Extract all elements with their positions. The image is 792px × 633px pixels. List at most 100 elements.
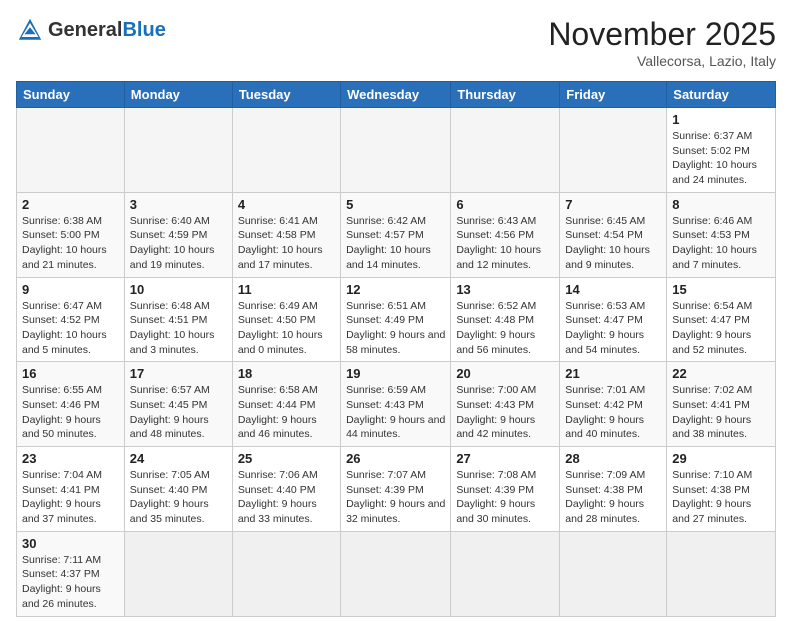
table-row: 23Sunrise: 7:04 AM Sunset: 4:41 PM Dayli… bbox=[17, 447, 125, 532]
day-info: Sunrise: 6:49 AM Sunset: 4:50 PM Dayligh… bbox=[238, 299, 335, 358]
calendar-header-row: Sunday Monday Tuesday Wednesday Thursday… bbox=[17, 82, 776, 108]
day-number: 20 bbox=[456, 366, 554, 381]
day-number: 15 bbox=[672, 282, 770, 297]
day-info: Sunrise: 6:51 AM Sunset: 4:49 PM Dayligh… bbox=[346, 299, 445, 358]
day-info: Sunrise: 7:05 AM Sunset: 4:40 PM Dayligh… bbox=[130, 468, 227, 527]
table-row: 2 Sunrise: 6:38 AM Sunset: 5:00 PM Daylig… bbox=[17, 192, 125, 277]
table-row: 28 Sunrise: 7:09 AM Sunset: 4:38 PM Dayli… bbox=[560, 447, 667, 532]
table-row: 6 Sunrise: 6:43 AM Sunset: 4:56 PM Daylig… bbox=[451, 192, 560, 277]
title-block: November 2025 Vallecorsa, Lazio, Italy bbox=[548, 16, 776, 69]
day-number: 17 bbox=[130, 366, 227, 381]
table-row: 30 Sunrise: 7:11 AM Sunset: 4:37 PM Dayli… bbox=[17, 531, 125, 616]
col-sunday: Sunday bbox=[17, 82, 125, 108]
day-info: Sunrise: 6:37 AM Sunset: 5:02 PM Dayligh… bbox=[672, 129, 770, 188]
table-row: 26 Sunrise: 7:07 AM Sunset: 4:39 PM Dayli… bbox=[341, 447, 451, 532]
day-info: Sunrise: 6:38 AM Sunset: 5:00 PM Dayligh… bbox=[22, 214, 119, 273]
day-number: 7 bbox=[565, 197, 661, 212]
table-row: 4 Sunrise: 6:41 AM Sunset: 4:58 PM Daylig… bbox=[232, 192, 340, 277]
page: GeneralBlue November 2025 Vallecorsa, La… bbox=[0, 0, 792, 633]
day-info: Sunrise: 7:06 AM Sunset: 4:40 PM Dayligh… bbox=[238, 468, 335, 527]
day-number: 19 bbox=[346, 366, 445, 381]
table-row: 9Sunrise: 6:47 AM Sunset: 4:52 PM Daylig… bbox=[17, 277, 125, 362]
day-number: 18 bbox=[238, 366, 335, 381]
day-number: 30 bbox=[22, 536, 119, 551]
day-info: Sunrise: 6:57 AM Sunset: 4:45 PM Dayligh… bbox=[130, 383, 227, 442]
header: GeneralBlue November 2025 Vallecorsa, La… bbox=[16, 16, 776, 69]
day-info: Sunrise: 6:46 AM Sunset: 4:53 PM Dayligh… bbox=[672, 214, 770, 273]
day-number: 24 bbox=[130, 451, 227, 466]
day-info: Sunrise: 6:43 AM Sunset: 4:56 PM Dayligh… bbox=[456, 214, 554, 273]
day-number: 25 bbox=[238, 451, 335, 466]
day-number: 6 bbox=[456, 197, 554, 212]
col-tuesday: Tuesday bbox=[232, 82, 340, 108]
table-row bbox=[124, 531, 232, 616]
day-info: Sunrise: 7:09 AM Sunset: 4:38 PM Dayligh… bbox=[565, 468, 661, 527]
logo-icon bbox=[16, 16, 44, 44]
day-number: 9 bbox=[22, 282, 119, 297]
month-title: November 2025 bbox=[548, 16, 776, 53]
calendar-week-row: 23Sunrise: 7:04 AM Sunset: 4:41 PM Dayli… bbox=[17, 447, 776, 532]
table-row: 12 Sunrise: 6:51 AM Sunset: 4:49 PM Dayli… bbox=[341, 277, 451, 362]
day-number: 2 bbox=[22, 197, 119, 212]
calendar-week-row: 16Sunrise: 6:55 AM Sunset: 4:46 PM Dayli… bbox=[17, 362, 776, 447]
table-row: 25 Sunrise: 7:06 AM Sunset: 4:40 PM Dayli… bbox=[232, 447, 340, 532]
day-number: 11 bbox=[238, 282, 335, 297]
logo: GeneralBlue bbox=[16, 16, 166, 44]
table-row: 20Sunrise: 7:00 AM Sunset: 4:43 PM Dayli… bbox=[451, 362, 560, 447]
table-row: 11 Sunrise: 6:49 AM Sunset: 4:50 PM Dayli… bbox=[232, 277, 340, 362]
table-row bbox=[667, 531, 776, 616]
day-number: 5 bbox=[346, 197, 445, 212]
day-info: Sunrise: 6:45 AM Sunset: 4:54 PM Dayligh… bbox=[565, 214, 661, 273]
table-row: 8 Sunrise: 6:46 AM Sunset: 4:53 PM Daylig… bbox=[667, 192, 776, 277]
table-row: 3 Sunrise: 6:40 AM Sunset: 4:59 PM Daylig… bbox=[124, 192, 232, 277]
table-row: 1 Sunrise: 6:37 AM Sunset: 5:02 PM Daylig… bbox=[667, 108, 776, 193]
day-number: 22 bbox=[672, 366, 770, 381]
day-number: 1 bbox=[672, 112, 770, 127]
day-number: 23 bbox=[22, 451, 119, 466]
day-number: 28 bbox=[565, 451, 661, 466]
day-info: Sunrise: 6:42 AM Sunset: 4:57 PM Dayligh… bbox=[346, 214, 445, 273]
day-number: 10 bbox=[130, 282, 227, 297]
day-info: Sunrise: 6:48 AM Sunset: 4:51 PM Dayligh… bbox=[130, 299, 227, 358]
calendar-week-row: 30 Sunrise: 7:11 AM Sunset: 4:37 PM Dayli… bbox=[17, 531, 776, 616]
table-row bbox=[124, 108, 232, 193]
table-row: 5 Sunrise: 6:42 AM Sunset: 4:57 PM Daylig… bbox=[341, 192, 451, 277]
table-row bbox=[341, 531, 451, 616]
table-row bbox=[451, 531, 560, 616]
day-info: Sunrise: 7:07 AM Sunset: 4:39 PM Dayligh… bbox=[346, 468, 445, 527]
col-saturday: Saturday bbox=[667, 82, 776, 108]
table-row: 10 Sunrise: 6:48 AM Sunset: 4:51 PM Dayli… bbox=[124, 277, 232, 362]
day-info: Sunrise: 6:40 AM Sunset: 4:59 PM Dayligh… bbox=[130, 214, 227, 273]
table-row: 29 Sunrise: 7:10 AM Sunset: 4:38 PM Dayli… bbox=[667, 447, 776, 532]
day-number: 12 bbox=[346, 282, 445, 297]
table-row bbox=[451, 108, 560, 193]
day-number: 29 bbox=[672, 451, 770, 466]
calendar-week-row: 2 Sunrise: 6:38 AM Sunset: 5:00 PM Daylig… bbox=[17, 192, 776, 277]
table-row: 13 Sunrise: 6:52 AM Sunset: 4:48 PM Dayli… bbox=[451, 277, 560, 362]
table-row: 22 Sunrise: 7:02 AM Sunset: 4:41 PM Dayli… bbox=[667, 362, 776, 447]
day-info: Sunrise: 7:10 AM Sunset: 4:38 PM Dayligh… bbox=[672, 468, 770, 527]
day-info: Sunrise: 6:55 AM Sunset: 4:46 PM Dayligh… bbox=[22, 383, 119, 442]
day-number: 4 bbox=[238, 197, 335, 212]
day-info: Sunrise: 6:52 AM Sunset: 4:48 PM Dayligh… bbox=[456, 299, 554, 358]
col-friday: Friday bbox=[560, 82, 667, 108]
day-info: Sunrise: 7:08 AM Sunset: 4:39 PM Dayligh… bbox=[456, 468, 554, 527]
table-row: 16Sunrise: 6:55 AM Sunset: 4:46 PM Dayli… bbox=[17, 362, 125, 447]
table-row: 27Sunrise: 7:08 AM Sunset: 4:39 PM Dayli… bbox=[451, 447, 560, 532]
day-info: Sunrise: 7:11 AM Sunset: 4:37 PM Dayligh… bbox=[22, 553, 119, 612]
day-number: 13 bbox=[456, 282, 554, 297]
logo-blue: Blue bbox=[122, 19, 165, 41]
day-info: Sunrise: 7:02 AM Sunset: 4:41 PM Dayligh… bbox=[672, 383, 770, 442]
day-number: 8 bbox=[672, 197, 770, 212]
day-info: Sunrise: 6:41 AM Sunset: 4:58 PM Dayligh… bbox=[238, 214, 335, 273]
table-row: 14Sunrise: 6:53 AM Sunset: 4:47 PM Dayli… bbox=[560, 277, 667, 362]
table-row bbox=[232, 108, 340, 193]
logo-text: GeneralBlue bbox=[48, 19, 166, 42]
table-row: 18 Sunrise: 6:58 AM Sunset: 4:44 PM Dayli… bbox=[232, 362, 340, 447]
day-number: 26 bbox=[346, 451, 445, 466]
day-info: Sunrise: 6:59 AM Sunset: 4:43 PM Dayligh… bbox=[346, 383, 445, 442]
day-number: 3 bbox=[130, 197, 227, 212]
day-info: Sunrise: 6:58 AM Sunset: 4:44 PM Dayligh… bbox=[238, 383, 335, 442]
table-row: 17 Sunrise: 6:57 AM Sunset: 4:45 PM Dayli… bbox=[124, 362, 232, 447]
table-row: 19 Sunrise: 6:59 AM Sunset: 4:43 PM Dayli… bbox=[341, 362, 451, 447]
